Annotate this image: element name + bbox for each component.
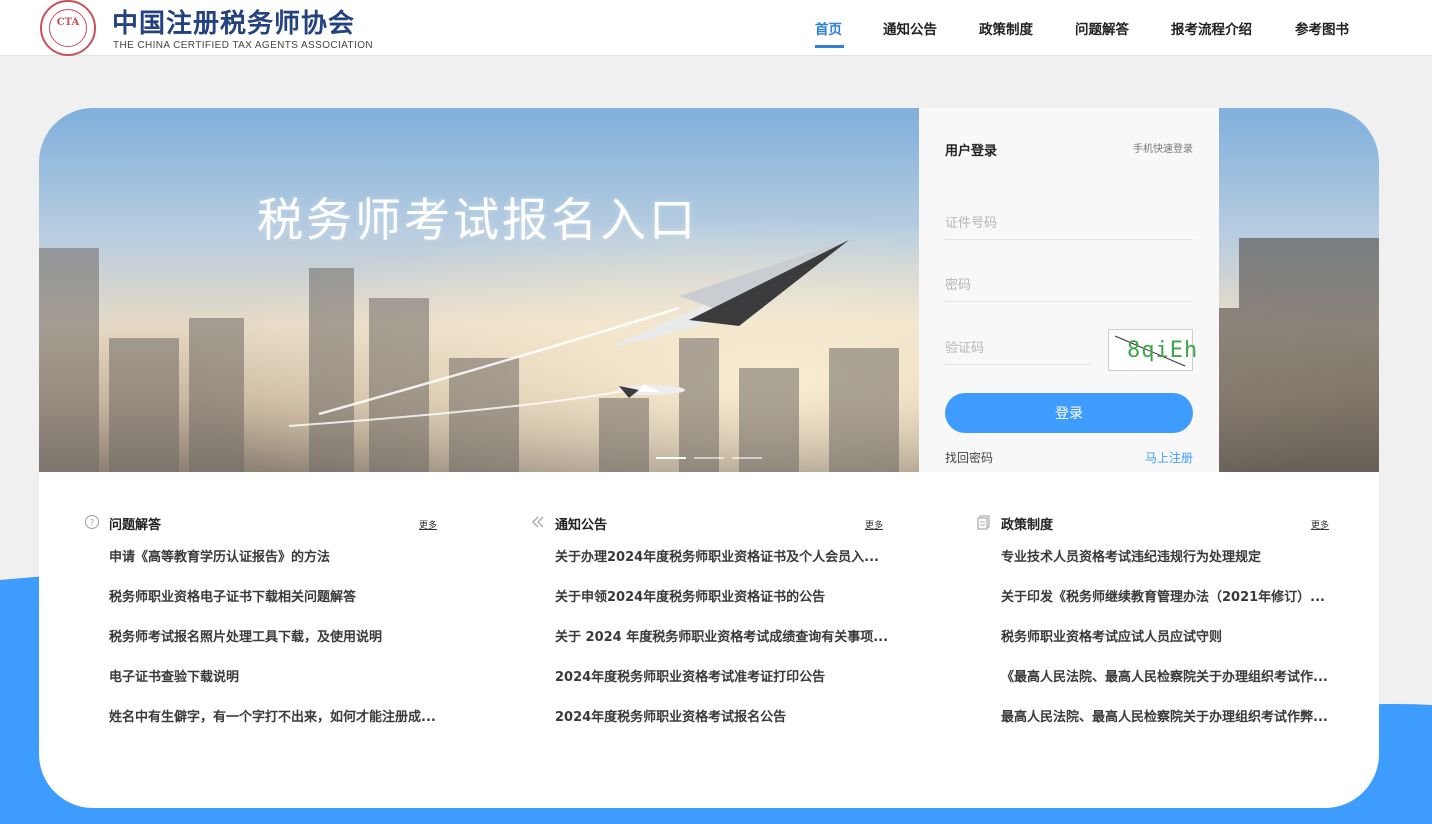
notices-more-link[interactable]: 更多 [865,518,883,531]
id-number-input[interactable] [945,208,1193,240]
main-card: 税务师考试报名入口 用户登录 手机快速登录 8qiEh 登录 找回密码 马上注册 [39,108,1379,808]
document-stack-icon [977,515,990,530]
quick-login-link[interactable]: 手机快速登录 [1133,140,1193,155]
register-link[interactable]: 马上注册 [1145,449,1193,466]
slide-dot-3[interactable] [732,457,762,459]
nav-item-reference-books[interactable]: 参考图书 [1295,18,1349,38]
list-item[interactable]: 税务师职业资格电子证书下载相关问题解答 [109,588,484,628]
list-item[interactable]: 《最高人民法院、最高人民检察院关于办理组织考试作... [1001,668,1376,708]
policies-list: 专业技术人员资格考试违纪违规行为处理规定 关于印发《税务师继续教育管理办法（20… [1001,548,1376,748]
list-item[interactable]: 申请《高等教育学历认证报告》的方法 [109,548,484,588]
slide-dot-2[interactable] [694,457,724,459]
list-item[interactable]: 关于印发《税务师继续教育管理办法（2021年修订）... [1001,588,1376,628]
nav-item-notices[interactable]: 通知公告 [883,18,937,38]
double-chevron-left-icon [532,516,544,528]
list-item[interactable]: 最高人民法院、最高人民检察院关于办理组织考试作弊... [1001,708,1376,748]
list-item[interactable]: 2024年度税务师职业资格考试准考证打印公告 [555,668,930,708]
password-input[interactable] [945,270,1193,302]
list-item[interactable]: 姓名中有生僻字，有一个字打不出来，如何才能注册成... [109,708,484,748]
list-item[interactable]: 税务师职业资格考试应试人员应试守则 [1001,628,1376,668]
banner-title: 税务师考试报名入口 [257,193,698,247]
nav-item-home[interactable]: 首页 [815,18,842,38]
nav-item-exam-process[interactable]: 报考流程介绍 [1171,18,1252,38]
notices-list: 关于办理2024年度税务师职业资格证书及个人会员入... 关于申领2024年度税… [555,548,930,748]
captcha-input[interactable] [945,333,1091,365]
nav-active-underline [815,45,844,48]
logo-chinese-name: 中国注册税务师协会 [112,9,356,39]
list-item[interactable]: 关于办理2024年度税务师职业资格证书及个人会员入... [555,548,930,588]
list-item[interactable]: 专业技术人员资格考试违纪违规行为处理规定 [1001,548,1376,588]
login-panel: 用户登录 手机快速登录 8qiEh 登录 找回密码 马上注册 [919,108,1219,472]
captcha-text: 8qiEh [1127,338,1199,363]
site-logo[interactable]: CTA 中国注册税务师协会 THE CHINA CERTIFIED TAX AG… [40,0,373,56]
question-circle-icon: ? [84,514,100,530]
login-button[interactable]: 登录 [945,393,1193,433]
list-item[interactable]: 关于 2024 年度税务师职业资格考试成绩查询有关事项... [555,628,930,668]
login-title: 用户登录 [945,144,998,159]
list-item[interactable]: 关于申领2024年度税务师职业资格证书的公告 [555,588,930,628]
logo-english-name: THE CHINA CERTIFIED TAX AGENTS ASSOCIATI… [113,40,373,51]
notices-title: 通知公告 [555,518,608,533]
faq-list: 申请《高等教育学历认证报告》的方法 税务师职业资格电子证书下载相关问题解答 税务… [109,548,484,748]
list-item[interactable]: 2024年度税务师职业资格考试报名公告 [555,708,930,748]
captcha-image[interactable]: 8qiEh [1108,329,1197,371]
policies-more-link[interactable]: 更多 [1311,518,1329,531]
faq-more-link[interactable]: 更多 [419,518,437,531]
forgot-password-link[interactable]: 找回密码 [945,449,993,466]
policies-title: 政策制度 [1001,518,1054,533]
faq-title: 问题解答 [109,518,162,533]
list-item[interactable]: 电子证书查验下载说明 [109,668,484,708]
list-item[interactable]: 税务师考试报名照片处理工具下载，及使用说明 [109,628,484,668]
nav-item-faq[interactable]: 问题解答 [1075,18,1129,38]
association-seal-icon: CTA [40,0,96,56]
nav-item-policies[interactable]: 政策制度 [979,18,1033,38]
site-header: CTA 中国注册税务师协会 THE CHINA CERTIFIED TAX AG… [0,0,1432,56]
svg-text:?: ? [90,519,95,529]
slide-dot-1[interactable] [656,457,686,459]
hero-banner[interactable]: 税务师考试报名入口 用户登录 手机快速登录 8qiEh 登录 找回密码 马上注册 [39,108,1379,472]
